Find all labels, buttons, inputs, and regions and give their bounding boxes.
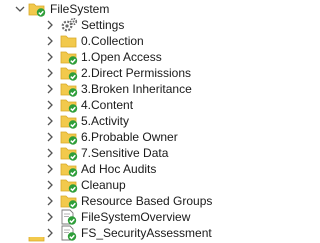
- tree-node-resource-based-groups[interactable]: Resource Based Groups: [0, 193, 289, 209]
- folder-check-icon: [60, 147, 78, 161]
- tree-node-settings[interactable]: Settings: [0, 17, 289, 33]
- chevron-right-icon[interactable]: [44, 147, 56, 159]
- tree-node-5-activity[interactable]: 5.Activity: [0, 113, 289, 129]
- folder-check-icon: [60, 99, 78, 113]
- folder-check-icon: [60, 67, 78, 81]
- chevron-right-icon[interactable]: [44, 51, 56, 63]
- chevron-right-icon[interactable]: [44, 131, 56, 143]
- tree-node-label: FileSystem: [50, 2, 110, 16]
- tree-node-label: 3.Broken Inheritance: [81, 82, 192, 96]
- tree-node-filesystemoverview[interactable]: FileSystemOverview: [0, 209, 289, 225]
- tree-node-3-broken-inheritance[interactable]: 3.Broken Inheritance: [0, 81, 289, 97]
- chevron-right-icon[interactable]: [44, 99, 56, 111]
- chevron-right-icon[interactable]: [44, 179, 56, 191]
- tree-node-label: Resource Based Groups: [81, 194, 213, 208]
- tree-node-label: 5.Activity: [81, 114, 130, 128]
- chevron-right-icon[interactable]: [44, 83, 56, 95]
- tree-node-label: 0.Collection: [81, 34, 144, 48]
- tree-node-label: 1.Open Access: [81, 50, 162, 64]
- chevron-right-icon[interactable]: [44, 19, 56, 31]
- chevron-right-icon[interactable]: [44, 115, 56, 127]
- folder-check-icon: [60, 179, 78, 193]
- tree-node-label: FileSystemOverview: [81, 210, 191, 224]
- folder-icon: [60, 35, 77, 48]
- folder-check-icon: [60, 195, 78, 209]
- chevron-right-icon[interactable]: [44, 163, 56, 175]
- folder-check-icon: [60, 83, 78, 97]
- gears-icon: [61, 17, 78, 32]
- tree-node-0-collection[interactable]: 0.Collection: [0, 33, 289, 49]
- tree-node-partial: [0, 237, 289, 243]
- tree-node-label: Cleanup: [81, 178, 126, 192]
- chevron-right-icon[interactable]: [44, 195, 56, 207]
- tree-node-label: 4.Content: [81, 98, 134, 112]
- tree-node-filesystem[interactable]: FileSystem: [0, 1, 289, 17]
- tree-node-7-sensitive-data[interactable]: 7.Sensitive Data: [0, 145, 289, 161]
- tree-node-1-open-access[interactable]: 1.Open Access: [0, 49, 289, 65]
- tree-node-label: 2.Direct Permissions: [81, 66, 192, 80]
- tree-node-2-direct-permissions[interactable]: 2.Direct Permissions: [0, 65, 289, 81]
- folder-check-icon: [60, 163, 78, 177]
- folder-check-icon: [60, 115, 78, 129]
- tree-node-cleanup[interactable]: Cleanup: [0, 177, 289, 193]
- folder-icon: [28, 237, 45, 242]
- folder-check-icon: [60, 131, 78, 145]
- tree-node-label: Settings: [81, 18, 125, 32]
- chevron-down-icon[interactable]: [14, 3, 26, 15]
- tree-node-label: 6.Probable Owner: [81, 130, 178, 144]
- tree-node-4-content[interactable]: 4.Content: [0, 97, 289, 113]
- chevron-right-icon[interactable]: [44, 67, 56, 79]
- folder-check-icon: [60, 51, 78, 65]
- chevron-right-icon[interactable]: [44, 211, 56, 223]
- job-check-icon: [61, 209, 77, 225]
- tree-node-6-probable-owner[interactable]: 6.Probable Owner: [0, 129, 289, 145]
- chevron-right-icon[interactable]: [44, 35, 56, 47]
- tree-node-ad-hoc-audits[interactable]: Ad Hoc Audits: [0, 161, 289, 177]
- tree-node-label: Ad Hoc Audits: [81, 162, 157, 176]
- tree-node-label: 7.Sensitive Data: [81, 146, 169, 160]
- folder-check-icon: [28, 3, 46, 17]
